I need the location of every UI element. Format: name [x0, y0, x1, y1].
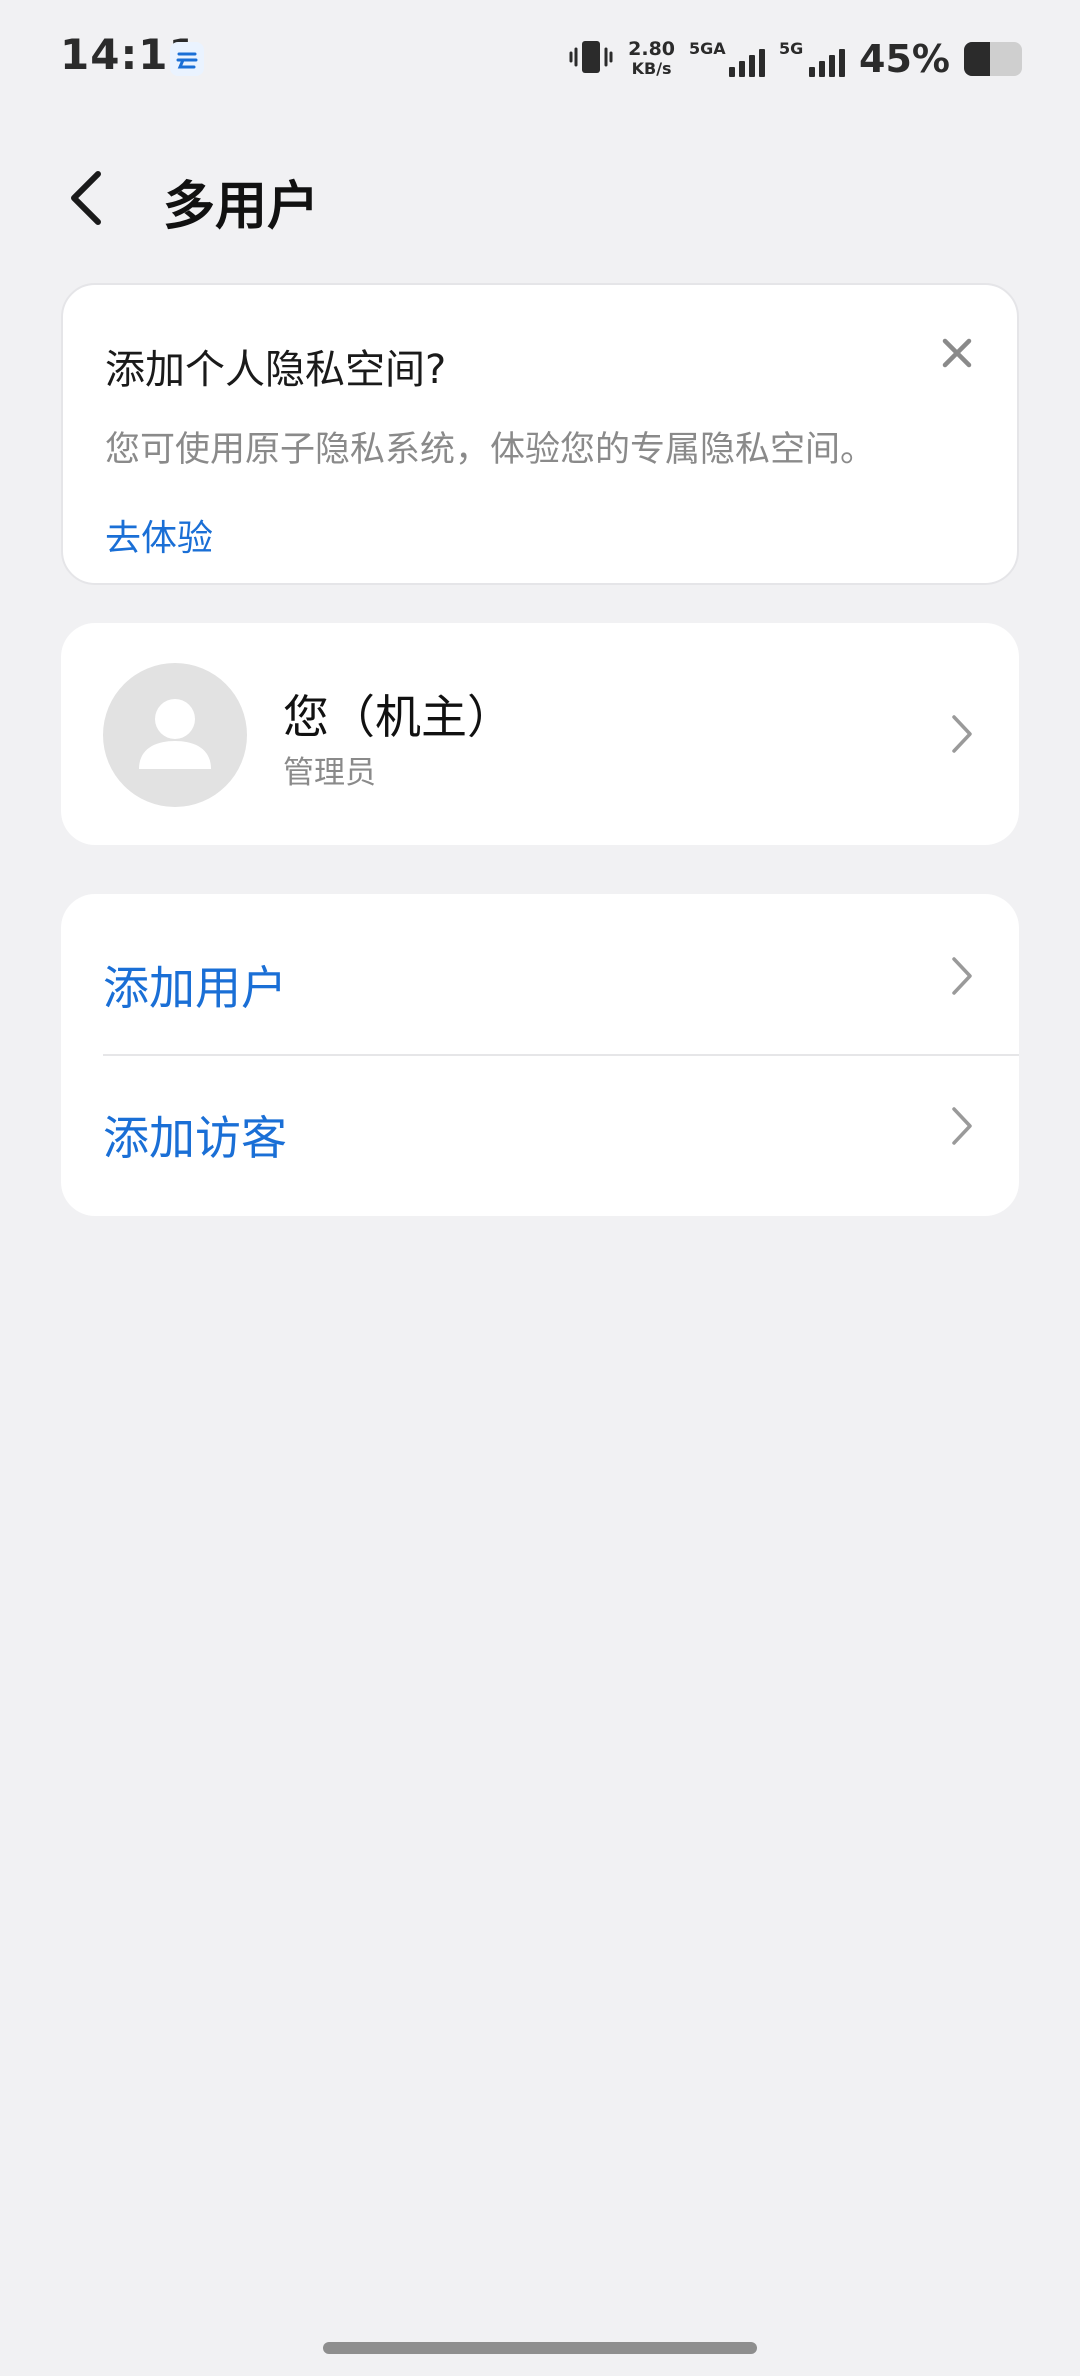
back-arrow-icon[interactable] [62, 168, 112, 228]
privacy-space-card: 添加个人隐私空间? 您可使用原子隐私系统，体验您的专属隐私空间。 去体验 [61, 283, 1019, 585]
network-speed: 2.80 KB/s [628, 39, 675, 79]
battery-percent: 45% [859, 37, 950, 81]
try-it-link[interactable]: 去体验 [105, 509, 213, 561]
signal-bars-icon [809, 47, 846, 77]
owner-name: 您（机主） [283, 690, 513, 744]
status-icons: 2.80 KB/s 5GA 5G 45% [568, 34, 1022, 84]
add-guest-row[interactable]: 添加访客 [61, 1056, 1019, 1206]
close-icon[interactable] [939, 335, 975, 371]
signal-5g: 5G [779, 39, 846, 79]
notice-description: 您可使用原子隐私系统，体验您的专属隐私空间。 [105, 430, 876, 470]
status-bar: 14:11 2.80 KB/s 5GA 5G 45% [0, 0, 1080, 118]
signal-bars-icon [729, 47, 766, 77]
add-guest-label: 添加访客 [103, 1111, 287, 1165]
notice-title: 添加个人隐私空间? [105, 347, 447, 393]
battery-fill [964, 42, 991, 76]
page-title: 多用户 [163, 177, 320, 237]
cloud-app-icon [170, 42, 204, 76]
network-speed-value: 2.80 [628, 38, 676, 60]
home-indicator[interactable] [323, 2342, 757, 2354]
owner-role: 管理员 [283, 755, 376, 791]
user-actions-card: 添加用户 添加访客 [61, 894, 1019, 1216]
add-user-row[interactable]: 添加用户 [61, 900, 1019, 1050]
network-5ga-label: 5GA [689, 39, 726, 58]
add-user-label: 添加用户 [103, 961, 287, 1015]
network-speed-unit: KB/s [631, 59, 672, 78]
owner-user-row[interactable]: 您（机主） 管理员 [61, 623, 1019, 845]
chevron-right-icon [951, 1106, 973, 1146]
vibrate-icon [568, 37, 614, 81]
signal-5ga: 5GA [689, 39, 766, 79]
network-5g-label: 5G [779, 39, 804, 58]
avatar-icon [103, 663, 247, 807]
battery-icon [964, 42, 1022, 76]
chevron-right-icon [951, 714, 973, 754]
chevron-right-icon [951, 956, 973, 996]
